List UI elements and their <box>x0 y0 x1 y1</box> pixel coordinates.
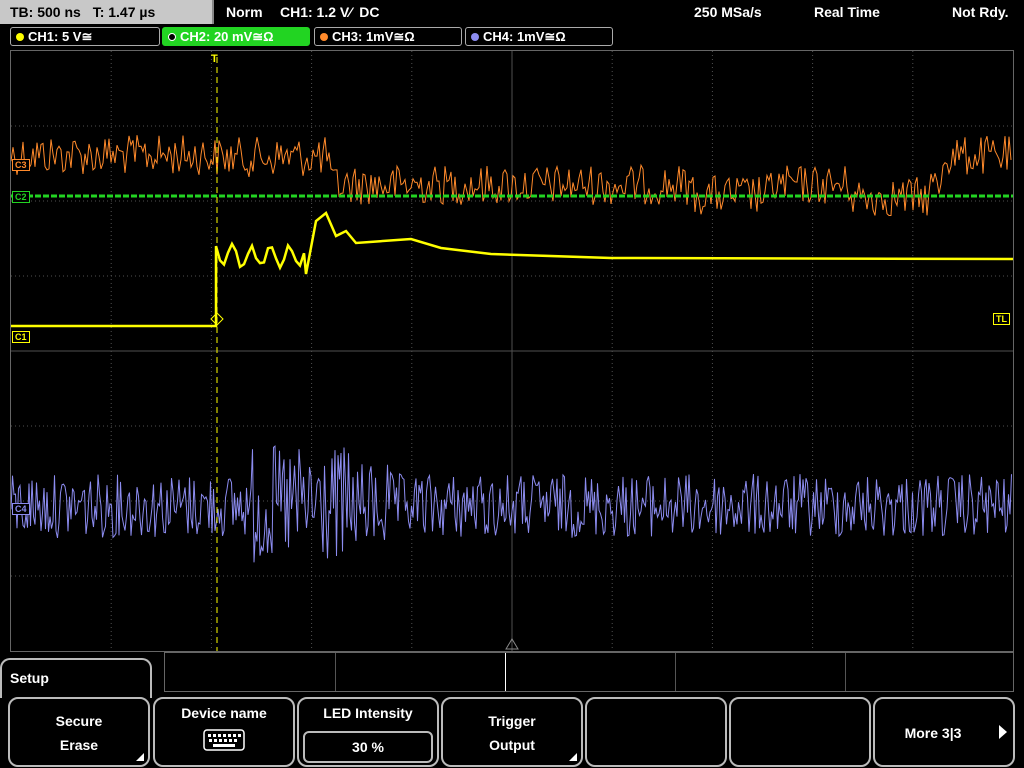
timebase-box[interactable]: TB: 500 ns T: 1.47 µs <box>0 0 214 24</box>
ch4-waveform <box>11 445 1012 563</box>
trigger-mode[interactable]: Norm <box>226 0 263 24</box>
acquisition-state: Not Rdy. <box>952 4 1009 20</box>
channel-4-button[interactable]: CH4: 1mV≅Ω <box>465 27 613 46</box>
led-intensity-value[interactable]: 30 % <box>303 731 433 763</box>
ch3-waveform <box>11 135 1012 216</box>
channel-3-dot-icon <box>320 33 328 41</box>
overview-divider <box>845 653 846 691</box>
channel-2-dot-icon <box>168 33 176 41</box>
trigger-output-button[interactable]: Trigger Output <box>441 697 583 767</box>
trigger-position-marker[interactable]: T <box>211 53 218 65</box>
waveform-svg <box>11 51 1013 651</box>
empty-softkey-5[interactable] <box>585 697 727 767</box>
zoom-overview-strip <box>164 652 1014 692</box>
trigger-time-value: T: 1.47 µs <box>92 4 156 20</box>
waveform-display[interactable]: C3 C2 C1 C4 TL T <box>10 50 1014 652</box>
status-bar: TB: 500 ns T: 1.47 µs Norm CH1: 1.2 V⁄ DC… <box>0 0 1024 24</box>
channel-4-dot-icon <box>471 33 479 41</box>
overview-divider <box>335 653 336 691</box>
submenu-triangle-icon <box>569 753 577 761</box>
trigger-coupling: DC <box>359 4 380 20</box>
channel-1-dot-icon <box>16 33 24 41</box>
led-intensity-button[interactable]: LED Intensity 30 % <box>297 697 439 767</box>
trigger-level-marker[interactable]: TL <box>993 313 1010 325</box>
overview-center-line <box>505 653 506 691</box>
arrow-right-icon <box>999 725 1007 739</box>
menu-title-tab: Setup <box>0 658 152 698</box>
sample-rate: 250 MSa/s <box>694 4 762 20</box>
secure-erase-button[interactable]: Secure Erase <box>8 697 150 767</box>
ch1-offset-marker[interactable]: C1 <box>12 331 30 343</box>
channel-1-button[interactable]: CH1: 5 V≅ <box>10 27 160 46</box>
submenu-triangle-icon <box>136 753 144 761</box>
keyboard-icon <box>203 729 245 751</box>
acquisition-mode[interactable]: Real Time <box>814 0 880 24</box>
device-name-button[interactable]: Device name <box>153 697 295 767</box>
more-menu-button[interactable]: More 3|3 <box>873 697 1015 767</box>
empty-softkey-6[interactable] <box>729 697 871 767</box>
trigger-source[interactable]: CH1: 1.2 V⁄ DC <box>280 0 379 24</box>
overview-divider <box>675 653 676 691</box>
channel-2-button[interactable]: CH2: 20 mV≅Ω <box>162 27 310 46</box>
channel-3-button[interactable]: CH3: 1mV≅Ω <box>314 27 462 46</box>
rising-edge-icon: ⁄ <box>349 4 352 20</box>
ch3-offset-marker[interactable]: C3 <box>12 159 30 171</box>
ch4-offset-marker[interactable]: C4 <box>12 503 30 515</box>
timebase-value: TB: 500 ns <box>10 4 81 20</box>
ch2-offset-marker[interactable]: C2 <box>12 191 30 203</box>
